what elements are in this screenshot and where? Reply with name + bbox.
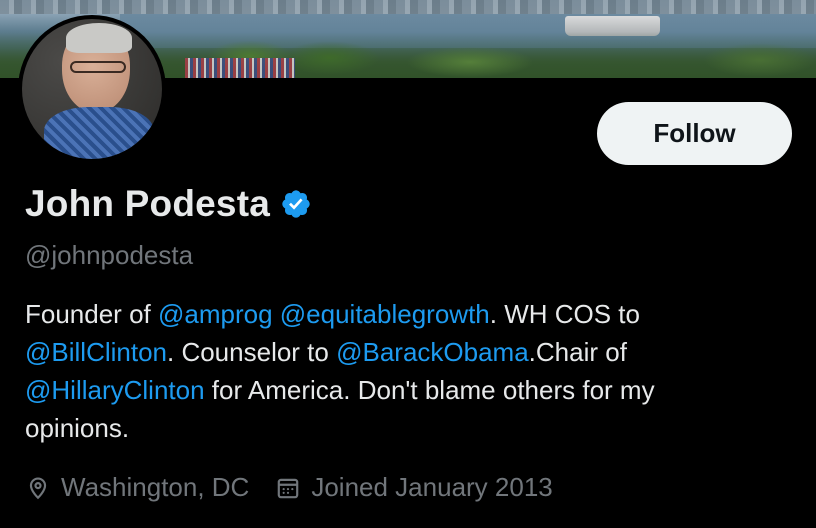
location-item: Washington, DC <box>25 472 249 503</box>
bio-text: opinions. <box>25 413 130 443</box>
bio-line: @HillaryClinton for America. Don't blame… <box>25 371 795 409</box>
bio-text <box>273 299 280 329</box>
avatar[interactable] <box>18 15 166 163</box>
profile-name-row: John Podesta <box>25 183 312 225</box>
bio-text: .Chair of <box>528 337 627 367</box>
bio-line: Founder of @amprog @equitablegrowth. WH … <box>25 295 795 333</box>
joined-text: Joined January 2013 <box>311 472 553 502</box>
joined-item: Joined January 2013 <box>275 472 553 503</box>
bio-text: . WH COS to <box>489 299 640 329</box>
mention-link[interactable]: @BillClinton <box>25 337 167 367</box>
follow-button[interactable]: Follow <box>597 102 792 165</box>
verified-badge-icon[interactable] <box>280 188 312 220</box>
display-name: John Podesta <box>25 183 270 224</box>
bio-line: opinions. <box>25 409 795 447</box>
location-pin-icon <box>29 477 47 499</box>
bio-text: . Counselor to <box>167 337 337 367</box>
bio-line: @BillClinton. Counselor to @BarackObama.… <box>25 333 795 371</box>
mention-link[interactable]: @equitablegrowth <box>280 299 490 329</box>
banner-skyline <box>0 0 816 14</box>
profile-handle: @johnpodesta <box>25 240 194 270</box>
calendar-icon <box>278 478 299 498</box>
location-text: Washington, DC <box>61 472 250 502</box>
mention-link[interactable]: @amprog <box>158 299 273 329</box>
mention-link[interactable]: @BarackObama <box>336 337 529 367</box>
profile-bio: Founder of @amprog @equitablegrowth. WH … <box>25 295 795 447</box>
profile-meta: Washington, DC Joined January 2013 <box>25 472 579 503</box>
mention-link[interactable]: @HillaryClinton <box>25 375 205 405</box>
avatar-photo <box>22 19 162 159</box>
bio-text: for America. Don't blame others for my <box>204 375 655 405</box>
banner-crowd <box>185 58 295 78</box>
bio-text: Founder of <box>25 299 158 329</box>
